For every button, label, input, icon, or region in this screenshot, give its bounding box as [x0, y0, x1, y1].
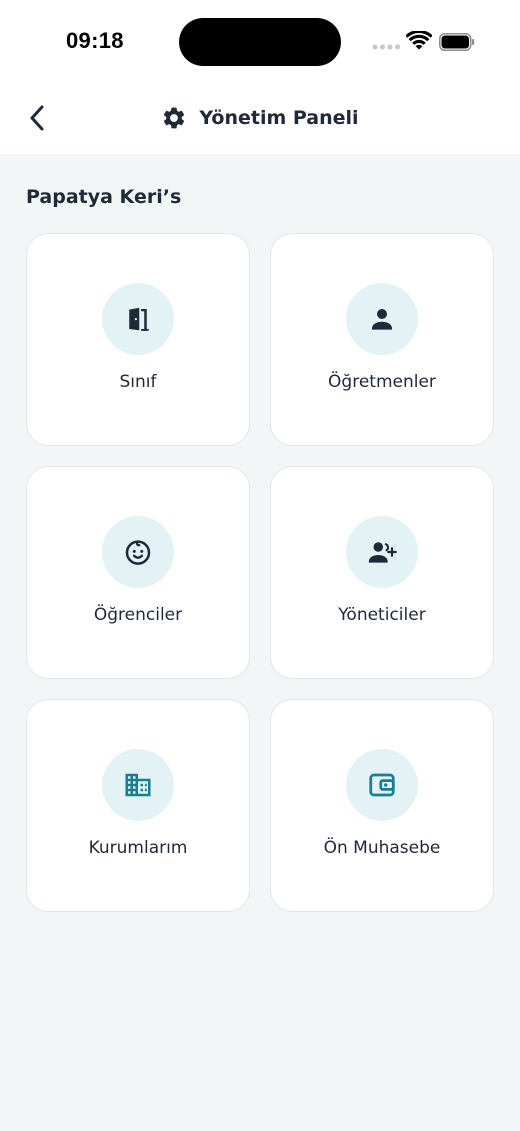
- menu-card-label: Öğrenciler: [93, 605, 183, 625]
- menu-grid: Sınıf Öğretmenler Öğrenciler Yöneticiler…: [26, 233, 494, 912]
- icon-circle: [102, 749, 174, 821]
- menu-card-label: Yöneticiler: [338, 605, 426, 625]
- baby-face-icon: [125, 540, 151, 565]
- icon-circle: [346, 749, 418, 821]
- cellular-signal-icon: [372, 44, 400, 50]
- battery-icon: [439, 33, 475, 51]
- menu-card-sinif[interactable]: Sınıf: [26, 233, 250, 446]
- wallet-icon: [369, 773, 395, 797]
- menu-card-ogretmenler[interactable]: Öğretmenler: [270, 233, 494, 446]
- page-title: Yönetim Paneli: [199, 107, 359, 129]
- status-time: 09:18: [66, 28, 124, 53]
- menu-card-label: Kurumlarım: [88, 838, 188, 858]
- menu-card-label: Sınıf: [119, 372, 157, 392]
- menu-card-ogrenciler[interactable]: Öğrenciler: [26, 466, 250, 679]
- building-icon: [125, 773, 151, 797]
- menu-card-label: Öğretmenler: [328, 372, 436, 392]
- door-icon: [129, 307, 149, 331]
- nav-header: Yönetim Paneli: [0, 84, 520, 154]
- wifi-icon: [406, 31, 432, 50]
- menu-card-kurumlarim[interactable]: Kurumlarım: [26, 699, 250, 912]
- dynamic-island: [179, 18, 341, 66]
- icon-circle: [346, 516, 418, 588]
- menu-card-label: Ön Muhasebe: [323, 838, 441, 858]
- menu-card-yoneticiler[interactable]: Yöneticiler: [270, 466, 494, 679]
- menu-card-on-muhasebe[interactable]: Ön Muhasebe: [270, 699, 494, 912]
- icon-circle: [102, 516, 174, 588]
- gear-icon: [164, 107, 185, 129]
- nav-title-group: Yönetim Paneli: [0, 102, 520, 134]
- status-bar: 09:18: [0, 0, 520, 84]
- icon-circle: [102, 283, 174, 355]
- organization-name: Papatya Keri’s: [26, 186, 182, 208]
- person-add-icon: [368, 542, 397, 563]
- icon-circle: [346, 283, 418, 355]
- person-icon: [372, 309, 392, 330]
